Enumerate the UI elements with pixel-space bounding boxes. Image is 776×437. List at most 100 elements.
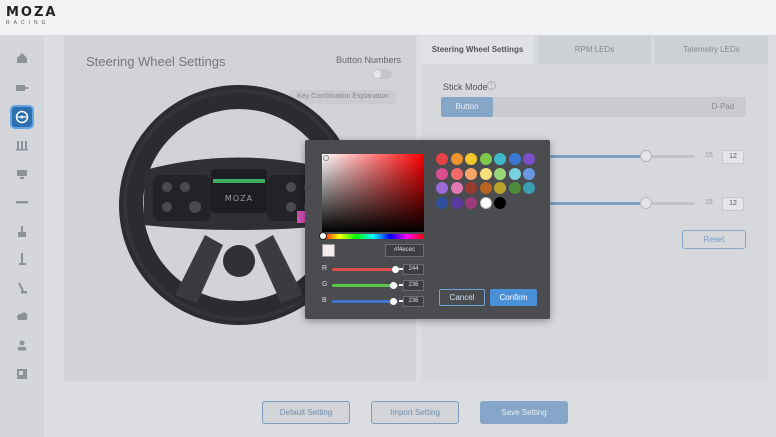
moza-logo: MOZA RACING bbox=[6, 6, 57, 27]
color-swatch[interactable] bbox=[479, 196, 492, 209]
tab-bar: Steering Wheel Settings RPM LEDs Telemet… bbox=[421, 36, 768, 64]
red-slider-knob[interactable] bbox=[392, 266, 399, 273]
slider-value-2[interactable]: 12 bbox=[722, 197, 744, 211]
color-picker-dialog: #f4ecec R 244 G 236 B 236 Cancel Confirm bbox=[305, 140, 550, 319]
color-swatch[interactable] bbox=[465, 153, 477, 165]
color-swatch[interactable] bbox=[465, 182, 477, 194]
page-title: Steering Wheel Settings bbox=[86, 54, 226, 69]
sidebar-item-pedals[interactable] bbox=[10, 133, 34, 157]
sidebar-item-steering-wheel[interactable] bbox=[10, 105, 34, 129]
hex-input[interactable]: #f4ecec bbox=[385, 244, 424, 257]
saturation-value-area[interactable] bbox=[322, 154, 424, 232]
sidebar-item-handbrake-lever[interactable] bbox=[10, 247, 34, 271]
handbrake-bar-icon bbox=[16, 201, 28, 204]
color-swatch[interactable] bbox=[436, 182, 448, 194]
color-swatch[interactable] bbox=[523, 182, 535, 194]
default-setting-button[interactable]: Default Setting bbox=[262, 401, 350, 424]
hue-slider-knob[interactable] bbox=[319, 232, 327, 240]
color-swatch[interactable] bbox=[465, 196, 477, 209]
handbrake-lever-icon bbox=[19, 253, 26, 265]
slider-value-1[interactable]: 12 bbox=[722, 150, 744, 164]
sidebar-item-handbrake-bar[interactable] bbox=[10, 190, 34, 214]
color-swatch[interactable] bbox=[479, 167, 492, 180]
green-slider-knob[interactable] bbox=[390, 282, 397, 289]
blue-label: B bbox=[322, 297, 327, 304]
color-swatch[interactable] bbox=[508, 167, 521, 180]
top-bar: MOZA RACING bbox=[0, 0, 776, 36]
wheelbase-icon bbox=[16, 85, 28, 91]
tab-rpm-leds[interactable]: RPM LEDs bbox=[538, 36, 651, 64]
blue-value-input[interactable]: 236 bbox=[403, 296, 424, 307]
color-swatch[interactable] bbox=[494, 153, 506, 165]
sidebar-item-sequential-shifter[interactable] bbox=[10, 276, 34, 300]
steering-wheel-icon bbox=[15, 110, 29, 124]
red-slider[interactable] bbox=[332, 268, 398, 271]
sidebar bbox=[0, 36, 44, 437]
gallery-icon bbox=[17, 369, 27, 379]
blue-slider[interactable] bbox=[332, 300, 398, 303]
blue-slider-knob[interactable] bbox=[390, 298, 397, 305]
button-numbers-label: Button Numbers bbox=[336, 55, 402, 65]
stick-mode-button-option[interactable]: Button bbox=[441, 97, 493, 117]
save-setting-button[interactable]: Save Setting bbox=[480, 401, 568, 424]
confirm-button[interactable]: Confirm bbox=[490, 289, 537, 306]
color-swatch[interactable] bbox=[436, 167, 448, 180]
sidebar-item-cloud[interactable] bbox=[10, 304, 34, 328]
dashboard-icon bbox=[17, 170, 27, 179]
color-swatch[interactable] bbox=[465, 167, 477, 180]
color-swatch[interactable] bbox=[479, 182, 492, 194]
slider-fill-1 bbox=[549, 155, 644, 158]
tab-telemetry-leds[interactable]: Telemetry LEDs bbox=[655, 36, 768, 64]
color-swatch[interactable] bbox=[508, 153, 521, 165]
sidebar-item-shifter[interactable] bbox=[10, 219, 34, 243]
stick-mode-dpad-option[interactable]: D-Pad bbox=[700, 97, 746, 117]
color-swatch[interactable] bbox=[450, 182, 463, 194]
reset-button[interactable]: Reset bbox=[682, 230, 746, 249]
slider-fill-2 bbox=[549, 202, 644, 205]
color-swatch[interactable] bbox=[450, 153, 463, 165]
color-swatch[interactable] bbox=[494, 196, 506, 209]
sidebar-item-user[interactable] bbox=[10, 333, 34, 357]
wheel-logo-text: MOZA bbox=[225, 194, 253, 203]
color-preview bbox=[322, 244, 335, 257]
cancel-button[interactable]: Cancel bbox=[439, 289, 485, 306]
color-swatch[interactable] bbox=[523, 167, 535, 180]
sequential-shifter-icon bbox=[18, 282, 27, 294]
green-slider[interactable] bbox=[332, 284, 398, 287]
color-swatch[interactable] bbox=[436, 153, 448, 165]
tab-steering-wheel-settings[interactable]: Steering Wheel Settings bbox=[421, 36, 534, 64]
color-swatch[interactable] bbox=[508, 182, 521, 194]
home-icon bbox=[17, 53, 27, 63]
stick-mode-label: Stick Mode bbox=[443, 82, 488, 92]
color-swatch[interactable] bbox=[523, 153, 535, 165]
saturation-value-cursor[interactable] bbox=[323, 155, 329, 161]
button-numbers-toggle[interactable] bbox=[372, 69, 392, 79]
import-setting-button[interactable]: Import Setting bbox=[371, 401, 459, 424]
logo-text: MOZA bbox=[6, 5, 58, 20]
slider-max-1: 15 bbox=[705, 152, 713, 159]
info-icon[interactable]: i bbox=[487, 81, 496, 90]
slider-max-2: 15 bbox=[705, 199, 713, 206]
user-icon bbox=[18, 340, 26, 351]
color-swatch[interactable] bbox=[450, 167, 463, 180]
red-label: R bbox=[322, 265, 328, 272]
sidebar-item-home[interactable] bbox=[10, 46, 34, 70]
color-swatch[interactable] bbox=[494, 182, 506, 194]
red-value-input[interactable]: 244 bbox=[403, 264, 424, 275]
sidebar-item-wheelbase[interactable] bbox=[10, 76, 34, 100]
pedals-icon bbox=[16, 141, 28, 151]
slider-knob-2[interactable] bbox=[640, 197, 652, 209]
green-value-input[interactable]: 236 bbox=[403, 280, 424, 291]
logo-subtext: RACING bbox=[6, 20, 50, 26]
slider-knob-1[interactable] bbox=[640, 150, 652, 162]
cloud-icon bbox=[17, 312, 28, 320]
hue-slider[interactable] bbox=[322, 234, 424, 239]
green-label: G bbox=[322, 281, 328, 288]
shifter-icon bbox=[18, 226, 26, 237]
color-swatch[interactable] bbox=[479, 153, 492, 165]
color-swatch[interactable] bbox=[450, 196, 463, 209]
color-swatch[interactable] bbox=[436, 196, 448, 209]
sidebar-item-dashboard[interactable] bbox=[10, 162, 34, 186]
sidebar-item-gallery[interactable] bbox=[10, 362, 34, 386]
color-swatch[interactable] bbox=[494, 167, 506, 180]
